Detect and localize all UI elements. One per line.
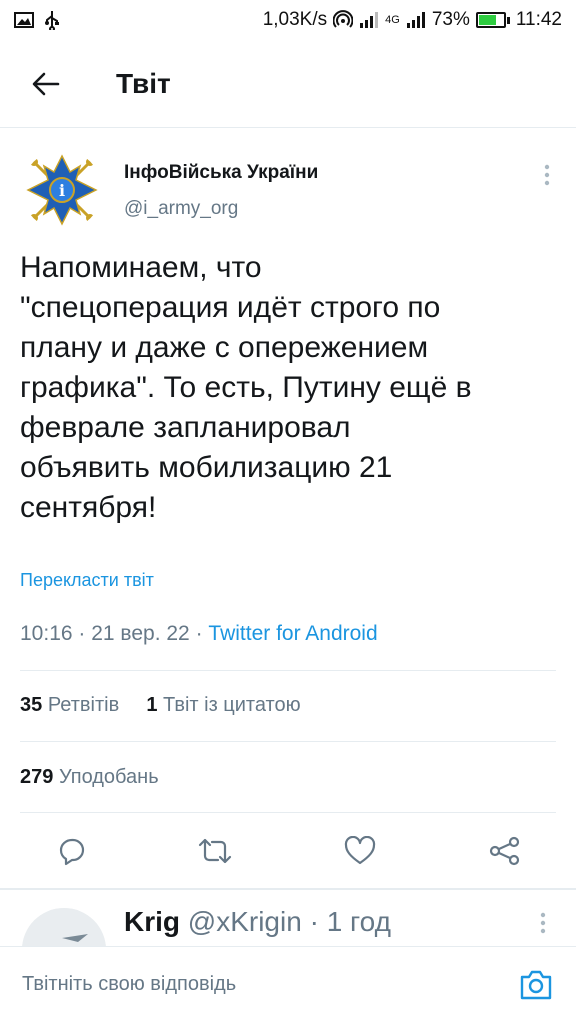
divider — [20, 812, 556, 813]
like-icon — [344, 836, 376, 865]
hotspot-icon — [333, 10, 354, 30]
reply-author-handle[interactable]: @xKrigin — [188, 906, 302, 937]
tweet-time: 10:16 — [20, 622, 73, 645]
reply-author: Krig @xKrigin · 1 год — [124, 906, 391, 937]
likes-stat[interactable]: 279 Уподобань — [20, 766, 159, 788]
divider — [20, 741, 556, 742]
reply-icon — [59, 838, 85, 866]
network-type: 4G — [385, 14, 400, 26]
tweet-meta: 10:16 · 21 вер. 22 · Twitter for Android — [20, 622, 378, 645]
tweet-date: 21 вер. 22 — [91, 622, 190, 645]
battery-percent: 73% — [431, 9, 470, 30]
reply-compose-bar: Твітніть свою відповідь — [0, 946, 576, 1024]
retweet-stats: 35 Ретвітів 1 Твіт із цитатою — [20, 694, 301, 717]
retweet-button[interactable] — [192, 828, 238, 874]
page-title: Твіт — [116, 67, 171, 99]
reply-button[interactable] — [49, 828, 95, 874]
svg-text:i: i — [59, 181, 65, 200]
reply-time: 1 год — [326, 906, 391, 937]
author-name[interactable]: ІнфоВійська України — [124, 162, 318, 184]
translate-tweet-link[interactable]: Перекласти твіт — [20, 570, 154, 591]
likes-stats: 279 Уподобань — [20, 766, 159, 789]
author-handle[interactable]: @i_army_org — [124, 198, 238, 220]
tweet-text: Напоминаем, что "спецоперация идёт строг… — [20, 251, 472, 524]
reply-item[interactable]: Krig @xKrigin · 1 год — [0, 890, 576, 946]
status-bar: 1,03K/s 4G 73% 11:42 — [0, 0, 576, 40]
reply-more-button[interactable] — [528, 908, 558, 938]
more-vertical-icon — [540, 912, 546, 934]
image-notification-icon — [14, 12, 34, 28]
tweet-source-link[interactable]: Twitter for Android — [208, 622, 377, 645]
back-button[interactable] — [16, 54, 76, 114]
app-header: Твіт — [0, 40, 576, 128]
signal-4g-icon — [406, 11, 426, 29]
retweets-stat[interactable]: 35 Ретвітів — [20, 694, 119, 716]
network-speed: 1,03K/s — [262, 9, 328, 30]
like-button[interactable] — [337, 828, 383, 874]
divider — [20, 670, 556, 671]
reply-avatar[interactable] — [22, 908, 106, 946]
back-arrow-icon — [32, 72, 60, 95]
clock: 11:42 — [515, 9, 562, 30]
retweet-icon — [198, 838, 232, 864]
more-options-button[interactable] — [532, 160, 562, 190]
tweet-actions — [0, 828, 576, 878]
battery-icon — [475, 12, 510, 28]
camera-icon — [520, 970, 552, 1000]
more-vertical-icon — [544, 164, 550, 186]
share-icon — [489, 836, 520, 866]
quotes-stat[interactable]: 1 Твіт із цитатою — [146, 694, 300, 716]
author-avatar[interactable]: i — [22, 150, 102, 230]
reply-author-name[interactable]: Krig — [124, 906, 180, 937]
signal-icon — [359, 11, 379, 29]
share-button[interactable] — [482, 828, 528, 874]
usb-icon — [44, 10, 60, 30]
camera-button[interactable] — [516, 965, 556, 1005]
tweet-author: i ІнфоВійська України @i_army_org — [22, 150, 562, 230]
reply-input[interactable]: Твітніть свою відповідь — [22, 973, 236, 996]
